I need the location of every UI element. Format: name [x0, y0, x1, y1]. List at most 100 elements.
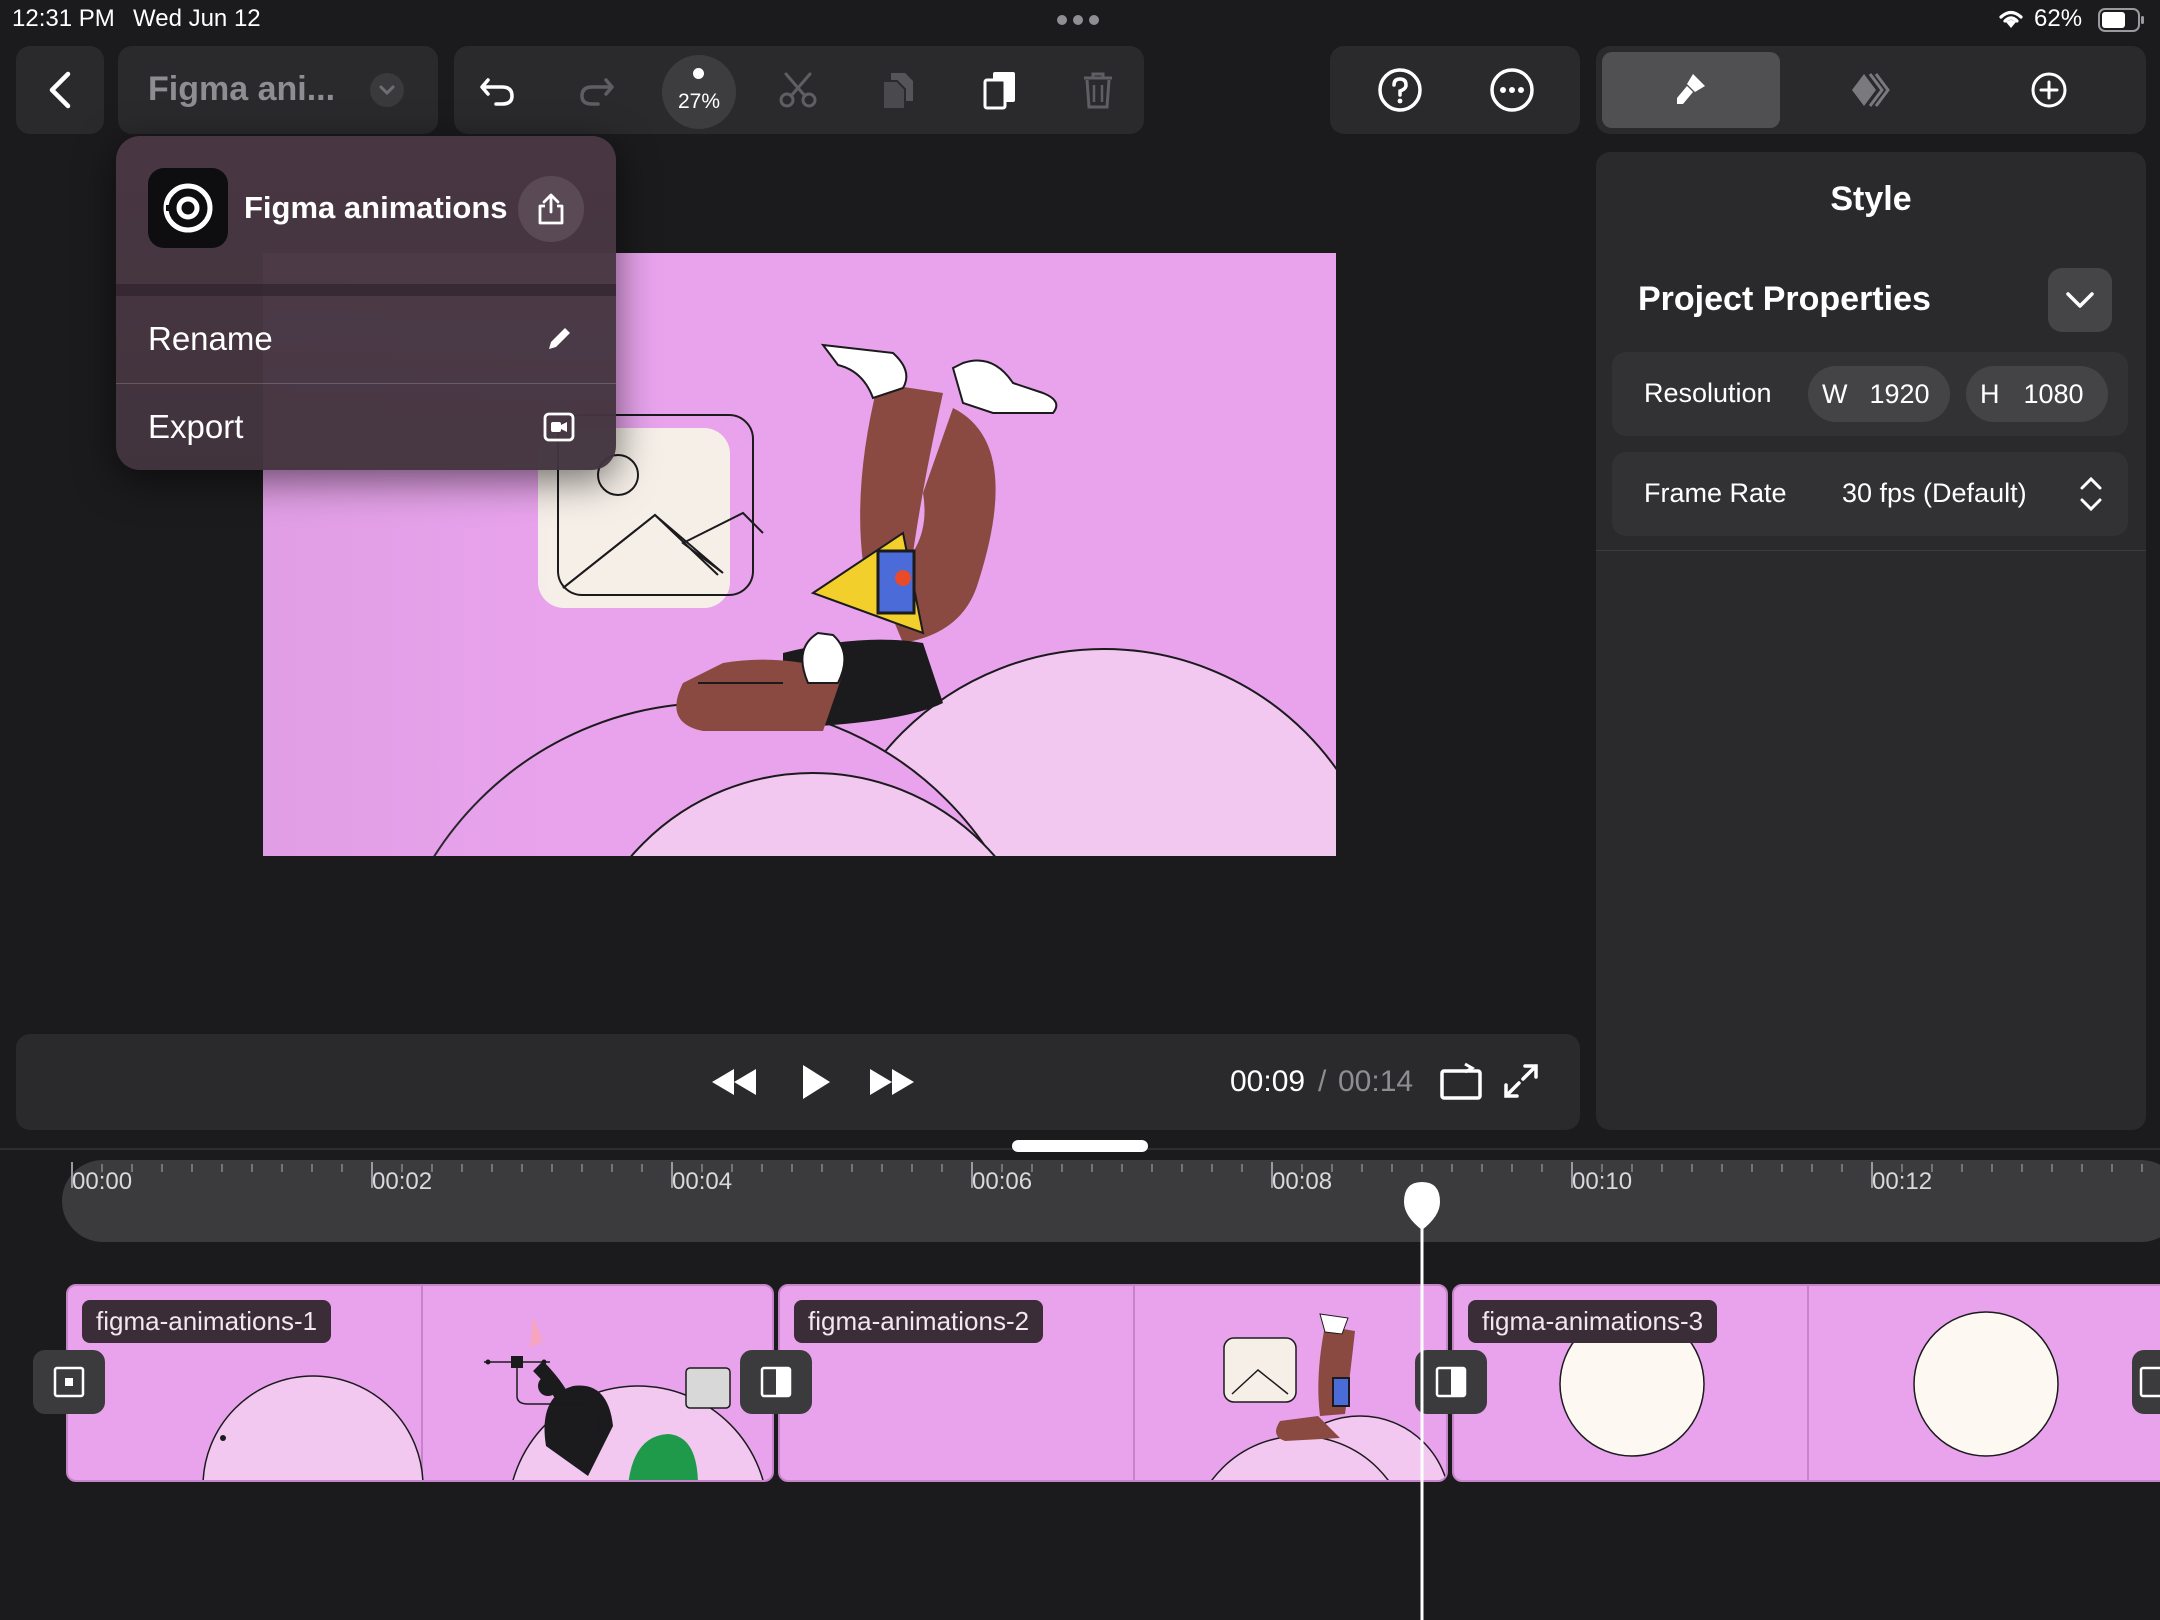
- ruler-ticks: [71, 1162, 2143, 1188]
- ruler-label: 00:02: [372, 1168, 433, 1195]
- pencil-icon: [549, 328, 570, 349]
- paste-icon: [983, 72, 1015, 110]
- multitasking-dots-icon[interactable]: [1056, 14, 1100, 26]
- clip-3-label: figma-animations-3: [1468, 1300, 1718, 1343]
- back-button[interactable]: [16, 46, 104, 134]
- clip-3[interactable]: figma-animations-3: [1452, 1284, 2160, 1482]
- clip-2[interactable]: figma-animations-2: [778, 1284, 1448, 1482]
- fast-forward-button[interactable]: [862, 1054, 922, 1110]
- resize-handle[interactable]: [1012, 1140, 1148, 1152]
- battery-percent: 62%: [2034, 5, 2083, 32]
- rotate-frame-icon: [1440, 1062, 1482, 1100]
- redo-icon: [580, 78, 614, 106]
- ruler-label: 00:10: [1572, 1168, 1633, 1195]
- stepper-updown-icon: [2080, 476, 2102, 512]
- wifi-icon: [1996, 6, 2026, 30]
- chevron-down-icon: [370, 73, 404, 107]
- menu-item-export[interactable]: Export: [116, 384, 616, 470]
- ellipsis-circle-icon: [1490, 68, 1534, 112]
- time-separator: /: [1318, 1065, 1327, 1098]
- keyframes-tab[interactable]: [1781, 52, 1959, 128]
- section-collapse-button[interactable]: [2048, 268, 2112, 332]
- export-video-icon: [543, 412, 575, 442]
- copy-icon: [882, 73, 913, 110]
- menu-item-rename[interactable]: Rename: [116, 296, 616, 382]
- clip-strip: figma-animations-1 figma-animations-2 fi…: [66, 1284, 2160, 1482]
- resolution-row: Resolution W 1920 H 1080: [1612, 352, 2128, 436]
- inspector-title: Style: [1830, 180, 1912, 218]
- share-button[interactable]: [518, 176, 584, 242]
- paintbrush-icon: [1677, 74, 1705, 104]
- playhead-handle-icon: [1404, 1182, 1441, 1620]
- frame-rate-row[interactable]: Frame Rate 30 fps (Default): [1612, 452, 2128, 536]
- undo-button[interactable]: [468, 60, 528, 120]
- fullscreen-button[interactable]: [1496, 1056, 1546, 1106]
- clip-2-label: figma-animations-2: [794, 1300, 1044, 1343]
- delete-button[interactable]: [1068, 60, 1128, 120]
- ruler-label: 00:06: [972, 1168, 1033, 1195]
- app-logo: [148, 168, 228, 248]
- project-title-button[interactable]: Figma ani...: [118, 46, 438, 134]
- menu-divider-thick: [116, 284, 616, 296]
- playhead[interactable]: [1402, 1180, 1442, 1620]
- ruler-label: 00:12: [1872, 1168, 1933, 1195]
- scissors-icon: [779, 72, 817, 108]
- total-time: 00:14: [1338, 1065, 1414, 1098]
- section-title: Project Properties: [1638, 280, 1931, 318]
- ruler-label: 00:04: [672, 1168, 733, 1195]
- add-button[interactable]: [1960, 52, 2138, 128]
- undo-icon: [480, 78, 514, 106]
- menu-item-label: Rename: [148, 320, 273, 357]
- keyframe-icon: [1852, 73, 1890, 107]
- aspect-button[interactable]: [1436, 1056, 1486, 1106]
- clip-1-label: figma-animations-1: [82, 1300, 332, 1343]
- project-menu: Figma animations Rename Export: [116, 136, 616, 470]
- height-prefix: H: [1980, 378, 2000, 409]
- ruler-label: 00:08: [1272, 1168, 1333, 1195]
- chevron-down-icon: [2066, 292, 2094, 308]
- transition-end-button[interactable]: [2132, 1350, 2160, 1414]
- zoom-dot-icon: [693, 68, 704, 79]
- rewind-button[interactable]: [704, 1054, 764, 1110]
- more-button[interactable]: [1484, 62, 1540, 118]
- copy-button[interactable]: [868, 60, 928, 120]
- rewind-icon: [712, 1069, 756, 1095]
- question-icon: [1378, 68, 1422, 112]
- zoom-button[interactable]: 27%: [662, 55, 736, 129]
- status-time: 12:31 PM: [12, 5, 115, 32]
- expand-icon: [1504, 1064, 1538, 1098]
- resolution-label: Resolution: [1644, 378, 1772, 408]
- transition-start-button[interactable]: [33, 1350, 105, 1414]
- play-button[interactable]: [786, 1050, 846, 1114]
- inspector-tabs: [1596, 46, 2146, 134]
- menu-project-name: Figma animations: [244, 190, 508, 225]
- transition-1-button[interactable]: [740, 1350, 812, 1414]
- width-field[interactable]: W 1920: [1808, 366, 1950, 422]
- paste-button[interactable]: [970, 60, 1030, 120]
- help-more-toolbar: [1330, 46, 1580, 134]
- inspector-panel: Style Project Properties Resolution W 19…: [1596, 152, 2146, 1130]
- battery-icon: [2098, 8, 2146, 32]
- transport-bar: 00:09 / 00:14: [16, 1034, 1580, 1130]
- inspector-divider: [1596, 550, 2146, 551]
- trash-icon: [1084, 72, 1112, 109]
- current-time: 00:09: [1230, 1065, 1306, 1098]
- clip-1[interactable]: figma-animations-1: [66, 1284, 774, 1482]
- project-title: Figma ani...: [148, 70, 336, 108]
- width-prefix: W: [1822, 378, 1848, 409]
- chevron-left-icon: [49, 71, 71, 109]
- plus-circle-icon: [2031, 72, 2067, 108]
- edit-toolbar: 27%: [454, 46, 1144, 134]
- transition-fade-icon: [760, 1366, 792, 1398]
- share-icon: [538, 193, 564, 225]
- redo-button[interactable]: [566, 60, 626, 120]
- transition-none-icon: [2139, 1366, 2160, 1398]
- style-tab[interactable]: [1602, 52, 1780, 128]
- height-field[interactable]: H 1080: [1966, 366, 2108, 422]
- ruler-label: 00:00: [72, 1168, 133, 1195]
- fast-forward-icon: [870, 1069, 914, 1095]
- transition-none-icon: [53, 1366, 85, 1398]
- split-button[interactable]: [768, 60, 828, 120]
- help-button[interactable]: [1372, 62, 1428, 118]
- frame-rate-label: Frame Rate: [1644, 478, 1787, 508]
